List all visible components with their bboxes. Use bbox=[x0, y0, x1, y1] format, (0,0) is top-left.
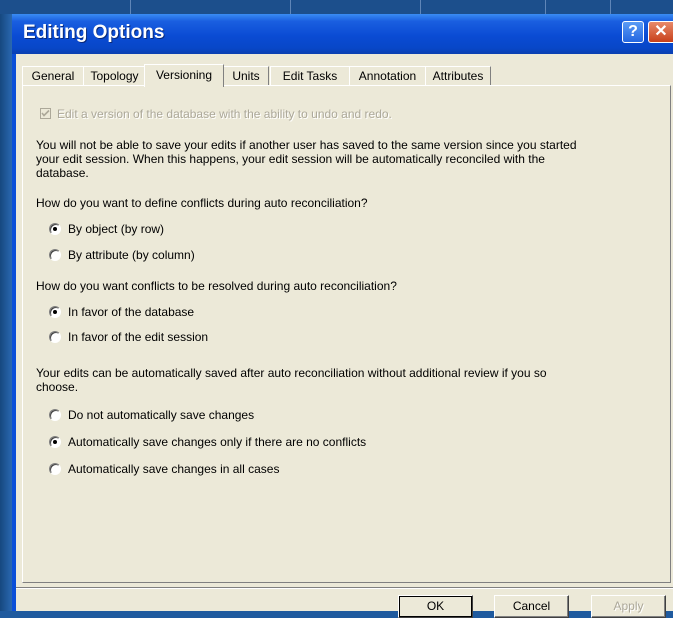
by-object-radio[interactable] bbox=[49, 223, 61, 235]
resolve-conflicts-question: How do you want conflicts to be resolved… bbox=[36, 279, 397, 293]
favor-database-radio-label[interactable]: In favor of the database bbox=[68, 305, 194, 319]
help-button[interactable]: ? bbox=[622, 21, 644, 43]
tab-general[interactable]: General bbox=[22, 66, 84, 86]
desktop-divider bbox=[545, 0, 546, 14]
close-icon: ✕ bbox=[654, 23, 668, 40]
tab-versioning[interactable]: Versioning bbox=[144, 64, 224, 87]
auto-save-description: choose. bbox=[36, 380, 79, 394]
do-not-save-radio[interactable] bbox=[49, 409, 61, 421]
close-button[interactable]: ✕ bbox=[648, 21, 673, 43]
tab-edit-tasks[interactable]: Edit Tasks bbox=[270, 66, 350, 86]
desktop-divider bbox=[610, 0, 611, 14]
save-all-cases-radio[interactable] bbox=[49, 463, 61, 475]
warning-text-line: You will not be able to save your edits … bbox=[36, 138, 577, 152]
undo-redo-checkbox[interactable] bbox=[40, 108, 51, 119]
warning-text-line: database. bbox=[36, 166, 89, 180]
undo-redo-checkbox-label: Edit a version of the database with the … bbox=[57, 107, 392, 121]
titlebar[interactable]: Editing Options ? ✕ bbox=[12, 14, 673, 54]
background-window-edge bbox=[0, 14, 12, 611]
checkmark-icon bbox=[41, 109, 50, 117]
favor-edit-session-radio-label[interactable]: In favor of the edit session bbox=[68, 330, 208, 344]
tab-attributes[interactable]: Attributes bbox=[425, 66, 491, 86]
ok-button[interactable]: OK bbox=[398, 595, 473, 618]
dialog-client-area: General Topology Versioning Units Edit T… bbox=[16, 54, 673, 618]
by-attribute-radio[interactable] bbox=[49, 249, 61, 261]
radio-selected-dot bbox=[53, 227, 57, 231]
radio-selected-dot bbox=[53, 310, 57, 314]
save-if-no-conflicts-radio-label[interactable]: Automatically save changes only if there… bbox=[68, 435, 366, 449]
auto-save-description: Your edits can be automatically saved af… bbox=[36, 366, 547, 380]
desktop-divider bbox=[420, 0, 421, 14]
tab-topology[interactable]: Topology bbox=[83, 66, 146, 86]
by-object-radio-label[interactable]: By object (by row) bbox=[68, 222, 164, 236]
by-attribute-radio-label[interactable]: By attribute (by column) bbox=[68, 248, 195, 262]
footer-divider bbox=[16, 587, 673, 589]
save-all-cases-radio-label[interactable]: Automatically save changes in all cases bbox=[68, 462, 279, 476]
cancel-button[interactable]: Cancel bbox=[494, 595, 569, 618]
favor-edit-session-radio[interactable] bbox=[49, 331, 61, 343]
radio-selected-dot bbox=[53, 440, 57, 444]
desktop-background-strip bbox=[0, 0, 673, 15]
favor-database-radio[interactable] bbox=[49, 306, 61, 318]
tab-strip: General Topology Versioning Units Edit T… bbox=[22, 64, 673, 87]
desktop-divider bbox=[130, 0, 131, 14]
tab-units[interactable]: Units bbox=[223, 66, 269, 86]
tab-annotation[interactable]: Annotation bbox=[349, 66, 426, 86]
save-if-no-conflicts-radio[interactable] bbox=[49, 436, 61, 448]
help-icon: ? bbox=[628, 23, 638, 40]
versioning-panel: Edit a version of the database with the … bbox=[22, 85, 671, 583]
apply-button[interactable]: Apply bbox=[591, 595, 666, 618]
window-title: Editing Options bbox=[23, 22, 165, 43]
desktop-divider bbox=[290, 0, 291, 14]
editing-options-dialog: Editing Options ? ✕ General Topology Ver… bbox=[12, 14, 673, 618]
warning-text-line: your edit session. When this happens, yo… bbox=[36, 152, 545, 166]
define-conflicts-question: How do you want to define conflicts duri… bbox=[36, 196, 368, 210]
do-not-save-radio-label[interactable]: Do not automatically save changes bbox=[68, 408, 254, 422]
